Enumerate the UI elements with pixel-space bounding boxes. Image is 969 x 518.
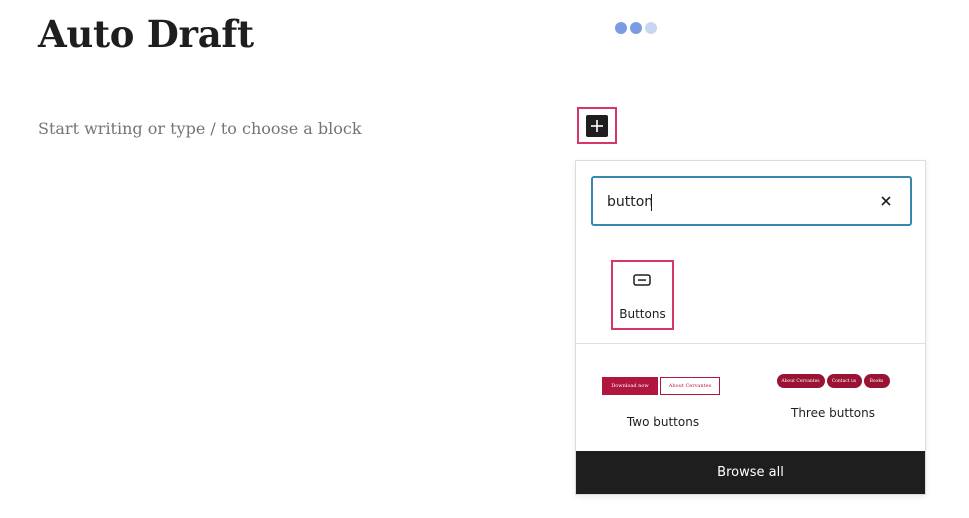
plus-icon[interactable] <box>586 114 608 137</box>
search-input[interactable] <box>607 190 857 214</box>
close-icon[interactable] <box>881 196 891 206</box>
loading-indicator <box>615 22 657 34</box>
loader-dot <box>645 22 657 34</box>
preview-button: About Cervantes <box>660 377 720 395</box>
pattern-three-buttons[interactable]: About Cervantes Contact us Books Three b… <box>770 374 896 420</box>
pattern-two-buttons[interactable]: Download now About Cervantes Two buttons <box>602 377 724 429</box>
preview-button: Contact us <box>826 374 862 388</box>
pattern-preview: Download now About Cervantes <box>602 377 724 395</box>
block-placeholder[interactable]: Start writing or type / to choose a bloc… <box>38 119 362 138</box>
preview-button: Download now <box>602 377 658 395</box>
buttons-icon <box>633 272 651 291</box>
divider <box>576 343 925 344</box>
loader-dot <box>630 22 642 34</box>
block-inserter-toggle[interactable] <box>577 107 617 144</box>
pattern-preview: About Cervantes Contact us Books <box>770 374 896 388</box>
loader-dot <box>615 22 627 34</box>
block-search[interactable] <box>591 176 912 226</box>
preview-button: Books <box>863 374 890 388</box>
preview-button: About Cervantes <box>776 374 825 388</box>
inserter-popover: Buttons Download now About Cervantes Two… <box>575 160 926 495</box>
pattern-label: Two buttons <box>626 415 700 429</box>
block-item-label: Buttons <box>619 307 666 321</box>
page-title[interactable]: Auto Draft <box>38 12 254 56</box>
text-cursor <box>651 194 652 211</box>
clear-search-button[interactable] <box>876 191 896 211</box>
block-item-buttons[interactable]: Buttons <box>611 260 674 330</box>
browse-all-button[interactable]: Browse all <box>576 451 925 494</box>
pattern-label: Three buttons <box>790 406 876 420</box>
